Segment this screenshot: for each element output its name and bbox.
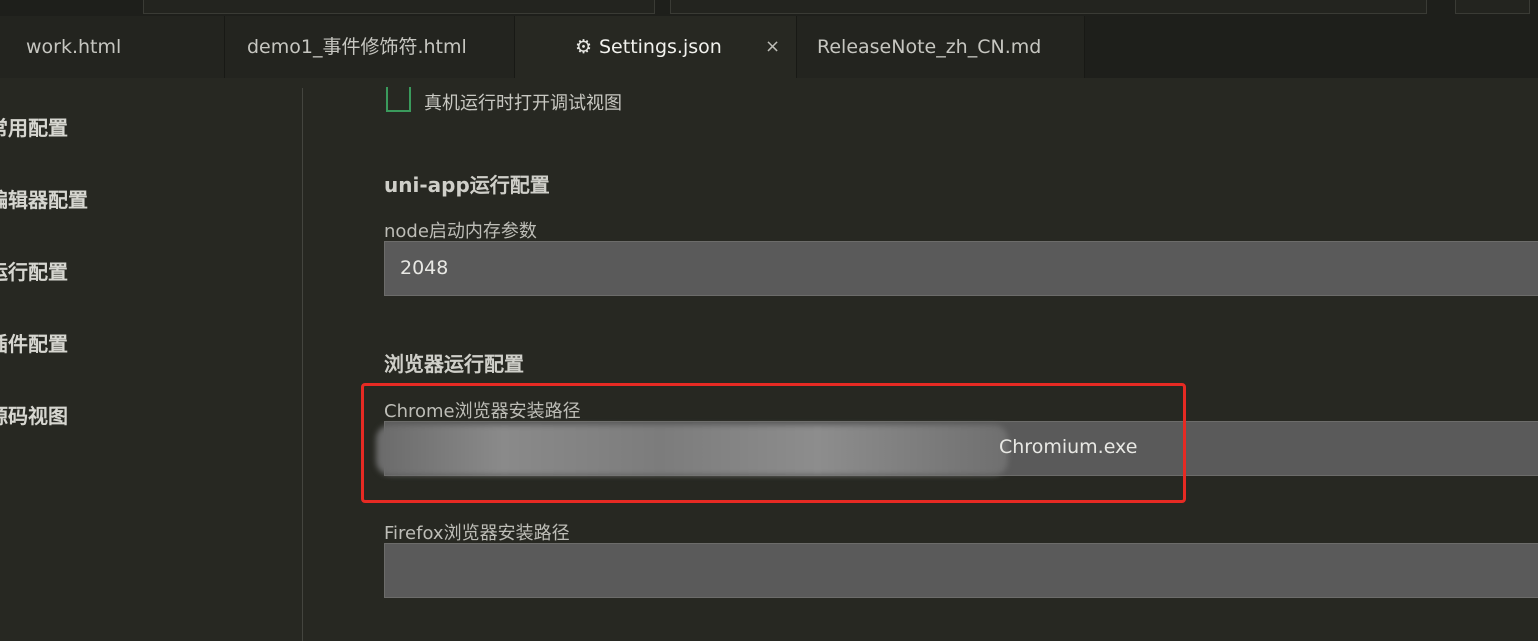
toolbar-field-left[interactable] (143, 0, 655, 14)
top-toolbar (0, 0, 1538, 16)
toolbar-button-right[interactable] (1455, 0, 1530, 14)
editor-tab-bar: work.html demo1_事件修饰符.html ⚙ Settings.js… (0, 16, 1538, 78)
sidebar-item-editor[interactable]: 编辑器配置 (0, 184, 88, 213)
highlight-box (361, 383, 1186, 503)
tab-label: work.html (26, 36, 122, 58)
tab-work-html[interactable]: work.html (0, 16, 225, 78)
tab-releasenote-md[interactable]: ReleaseNote_zh_CN.md (797, 16, 1085, 78)
node-memory-input[interactable]: 2048 (384, 241, 1538, 296)
tab-label: ReleaseNote_zh_CN.md (817, 36, 1042, 58)
sidebar-item-common[interactable]: 常用配置 (0, 112, 68, 141)
checkbox-label: 真机运行时打开调试视图 (424, 93, 622, 114)
tab-demo1-html[interactable]: demo1_事件修饰符.html (225, 16, 515, 78)
sidebar-divider (302, 88, 303, 641)
settings-sidebar: 常用配置 编辑器配置 运行配置 插件配置 源码视图 (0, 78, 303, 641)
sidebar-item-source-view[interactable]: 源码视图 (0, 400, 68, 429)
gear-icon: ⚙ (575, 36, 593, 58)
tab-label: demo1_事件修饰符.html (247, 36, 467, 58)
node-memory-label: node启动内存参数 (384, 221, 537, 242)
sidebar-item-plugins[interactable]: 插件配置 (0, 328, 68, 357)
tab-label: Settings.json (599, 36, 722, 58)
firefox-path-label: Firefox浏览器安装路径 (384, 523, 570, 544)
browser-section-title: 浏览器运行配置 (384, 352, 524, 376)
toolbar-field-center[interactable] (670, 0, 1427, 14)
sidebar-item-run[interactable]: 运行配置 (0, 256, 68, 285)
debug-view-checkbox[interactable] (386, 87, 411, 112)
close-icon[interactable]: × (765, 16, 780, 78)
firefox-path-input[interactable] (384, 543, 1538, 598)
uniapp-section-title: uni-app运行配置 (384, 173, 550, 197)
tab-settings-json[interactable]: ⚙ Settings.json × (515, 16, 797, 78)
